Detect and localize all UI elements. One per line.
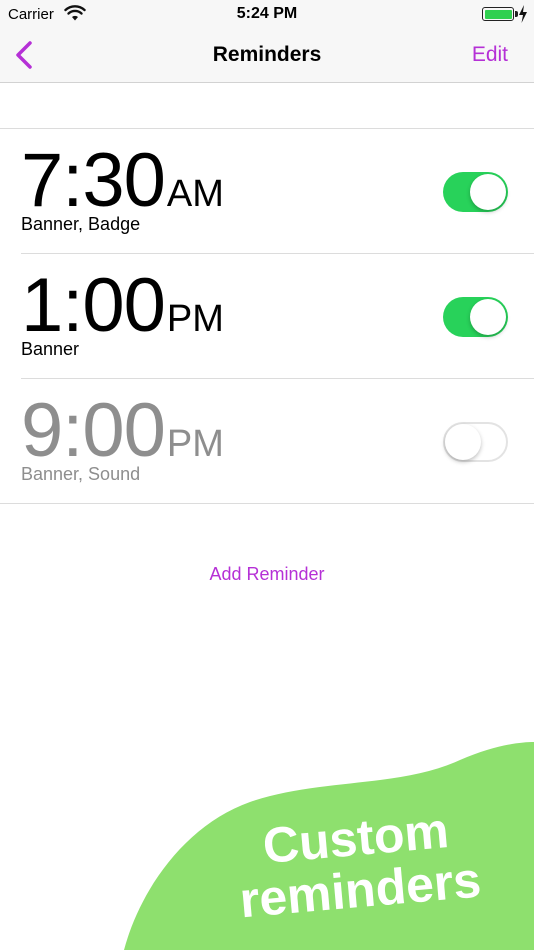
battery-level	[484, 9, 512, 19]
reminder-period: AM	[166, 173, 224, 215]
toggle-knob	[445, 424, 481, 460]
battery-icon	[482, 7, 518, 21]
reminder-time-value: 7:30	[21, 138, 166, 223]
reminder-toggle[interactable]	[443, 297, 508, 337]
reminder-toggle[interactable]	[443, 422, 508, 462]
reminder-row[interactable]: 1:00PM Banner	[0, 254, 534, 378]
reminder-row[interactable]: 7:30AM Banner, Badge	[0, 129, 534, 253]
page-title: Reminders	[212, 43, 322, 66]
reminder-time-value: 9:00	[21, 388, 166, 473]
reminder-toggle[interactable]	[443, 172, 508, 212]
clock-time: 5:24 PM	[236, 5, 298, 22]
reminder-time-value: 1:00	[21, 263, 166, 348]
reminder-period: PM	[166, 423, 224, 465]
reminder-detail: Banner, Sound	[21, 464, 141, 484]
reminder-detail: Banner, Badge	[21, 214, 141, 234]
reminder-period: PM	[166, 298, 224, 340]
lightning-bolt-icon	[519, 5, 527, 23]
toggle-knob	[470, 174, 506, 210]
edit-button[interactable]: Edit	[472, 43, 508, 67]
reminder-detail: Banner	[21, 339, 80, 359]
add-reminder-button[interactable]: Add Reminder	[0, 564, 534, 585]
reminder-row[interactable]: 9:00PM Banner, Sound	[0, 379, 534, 503]
navigation-bar: Reminders Edit	[0, 28, 534, 83]
status-bar: Carrier 5:24 PM	[0, 0, 534, 28]
toggle-knob	[470, 299, 506, 335]
list-divider	[0, 503, 534, 504]
